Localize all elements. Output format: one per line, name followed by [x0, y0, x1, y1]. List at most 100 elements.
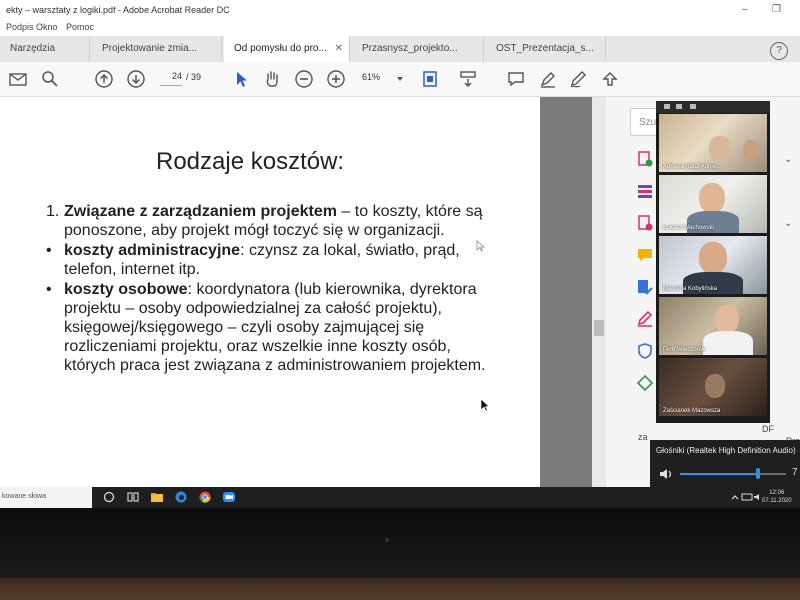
- task-view-icon[interactable]: [126, 490, 140, 504]
- tab-projektowanie[interactable]: Projektowanie zmia...: [92, 36, 222, 62]
- participant-name: Piotr Wieczorek: [663, 347, 706, 353]
- zoom-out-icon[interactable]: [294, 69, 314, 89]
- volume-value: 7: [792, 467, 798, 478]
- menu-bar: Podpis Okno Pomoc: [0, 20, 800, 36]
- page-up-icon[interactable]: [94, 69, 114, 89]
- fill-sign-icon[interactable]: [636, 310, 654, 328]
- participant-tile[interactable]: Adriana Rafał Agnie...: [659, 114, 767, 172]
- tab-label: Projektowanie zmia...: [102, 43, 198, 54]
- mouse-pointer-icon: [480, 398, 490, 412]
- tab-ost-prezentacja[interactable]: OST_Prezentacja_s...: [486, 36, 606, 62]
- volume-fill: [680, 473, 759, 475]
- screen: ekty – warsztaty z logiki.pdf - Adobe Ac…: [0, 0, 800, 508]
- participant-name: Zaścianek Mazowsza: [663, 408, 721, 414]
- system-clock[interactable]: 12:06 07.11.2020: [762, 489, 792, 505]
- window-title: ekty – warsztaty z logiki.pdf - Adobe Ac…: [6, 5, 230, 15]
- page-gutter: [540, 97, 592, 487]
- tab-od-pomyslu[interactable]: Od pomysłu do pro... ✕: [224, 36, 350, 62]
- desk-surface: [0, 578, 800, 600]
- participant-tile[interactable]: Zaścianek Mazowsza: [659, 358, 767, 416]
- tab-label: OST_Prezentacja_s...: [496, 43, 594, 54]
- create-pdf-icon[interactable]: [636, 150, 654, 168]
- edge-icon[interactable]: [174, 490, 188, 504]
- hand-icon[interactable]: [262, 69, 282, 89]
- maximize-icon[interactable]: ❐: [772, 4, 781, 15]
- volume-slider-knob[interactable]: [756, 468, 761, 479]
- page-down-icon[interactable]: [126, 69, 146, 89]
- protect-shield-icon[interactable]: [636, 342, 654, 360]
- video-call-gallery: Adriana Rafał Agnie... Łukasz Wachowski …: [656, 101, 770, 423]
- participant-tile[interactable]: Piotr Wieczorek: [659, 297, 767, 355]
- chrome-icon[interactable]: [198, 490, 212, 504]
- list-item: • koszty administracyjne: czynsz za loka…: [46, 241, 486, 279]
- tab-bar: Narzędzia Projektowanie zmia... Od pomys…: [0, 36, 800, 63]
- zoom-app-icon[interactable]: [222, 490, 236, 504]
- edit-pdf-icon[interactable]: [636, 278, 654, 296]
- gallery-view-icon[interactable]: [690, 104, 696, 109]
- zoom-dropdown-icon[interactable]: [390, 69, 410, 89]
- participant-tile[interactable]: Marzena Kobylińska: [659, 236, 767, 294]
- participant-tile[interactable]: Łukasz Wachowski: [659, 175, 767, 233]
- tab-narzedzia[interactable]: Narzędzia: [0, 36, 90, 62]
- speaker-icon[interactable]: [658, 466, 674, 482]
- tools-pane-text: DF: [762, 424, 774, 434]
- tab-label: Od pomysłu do pro...: [234, 43, 327, 54]
- speaker-view-icon[interactable]: [676, 104, 682, 109]
- minimize-icon[interactable]: [664, 104, 670, 109]
- tab-przasnysz[interactable]: Przasnysz_projekto...: [352, 36, 484, 62]
- comment-icon[interactable]: [506, 69, 526, 89]
- search-icon[interactable]: [40, 69, 60, 89]
- fit-page-icon[interactable]: [420, 69, 440, 89]
- share-icon[interactable]: [600, 69, 620, 89]
- power-led: [385, 538, 389, 542]
- title-bar: ekty – warsztaty z logiki.pdf - Adobe Ac…: [0, 0, 800, 20]
- tools-pane-text: za: [638, 432, 648, 442]
- slide-title: Rodzaje kosztów:: [156, 148, 345, 175]
- list-item: • koszty osobowe: koordynatora (lub kier…: [46, 280, 486, 375]
- clock-date: 07.11.2020: [762, 498, 792, 504]
- list-item: 1. Związane z zarządzaniem projektem – t…: [46, 202, 486, 240]
- comment-tool-icon[interactable]: [636, 246, 654, 264]
- menu-item-podpis[interactable]: Podpis: [6, 22, 34, 32]
- taskbar-search-input[interactable]: kowane słowa: [0, 487, 92, 508]
- chevron-down-icon[interactable]: ⌄: [784, 154, 792, 165]
- tab-label: Przasnysz_projekto...: [362, 43, 458, 54]
- cortana-icon[interactable]: [102, 490, 116, 504]
- participant-name: Adriana Rafał Agnie...: [663, 164, 722, 170]
- page-number-input[interactable]: 24: [160, 71, 182, 86]
- tab-label: Narzędzia: [10, 43, 56, 54]
- minimize-icon[interactable]: –: [742, 4, 748, 15]
- participant-name: Łukasz Wachowski: [663, 225, 714, 231]
- organize-pages-icon[interactable]: [636, 182, 654, 200]
- taskbar: kowane słowa 12:06 07.11.2020: [0, 487, 800, 508]
- scrollbar-thumb[interactable]: [594, 320, 604, 336]
- export-pdf-icon[interactable]: [636, 214, 654, 232]
- participant-name: Marzena Kobylińska: [663, 286, 718, 292]
- item-bold: Związane z zarządzaniem projektem: [64, 203, 337, 220]
- audio-device-label: Głośniki (Realtek High Definition Audio): [656, 446, 796, 455]
- scroll-mode-icon[interactable]: [458, 69, 478, 89]
- zoom-in-icon[interactable]: [326, 69, 346, 89]
- menu-item-okno[interactable]: Okno: [36, 22, 58, 32]
- slide-body: 1. Związane z zarządzaniem projektem – t…: [46, 202, 486, 376]
- mail-icon[interactable]: [8, 69, 28, 89]
- zoom-value[interactable]: 61%: [362, 72, 380, 82]
- cursor-arrow-icon: [476, 240, 486, 252]
- item-bold: koszty osobowe: [64, 281, 188, 298]
- vertical-scrollbar[interactable]: [592, 97, 606, 487]
- help-icon[interactable]: ?: [770, 42, 788, 60]
- clock-time: 12:06: [769, 490, 785, 496]
- sign-pen-icon[interactable]: [568, 69, 588, 89]
- select-arrow-icon[interactable]: [232, 69, 252, 89]
- close-tab-icon[interactable]: ✕: [335, 43, 343, 54]
- more-tools-icon[interactable]: [636, 374, 654, 392]
- gallery-toolbar: [656, 101, 770, 113]
- highlight-pen-icon[interactable]: [538, 69, 558, 89]
- volume-popup: Głośniki (Realtek High Definition Audio)…: [650, 440, 800, 488]
- chevron-down-icon[interactable]: ⌄: [784, 218, 792, 229]
- list-marker: •: [46, 281, 52, 298]
- list-marker: •: [46, 242, 52, 259]
- file-explorer-icon[interactable]: [150, 490, 164, 504]
- item-bold: koszty administracyjne: [64, 242, 241, 259]
- menu-item-pomoc[interactable]: Pomoc: [66, 22, 94, 32]
